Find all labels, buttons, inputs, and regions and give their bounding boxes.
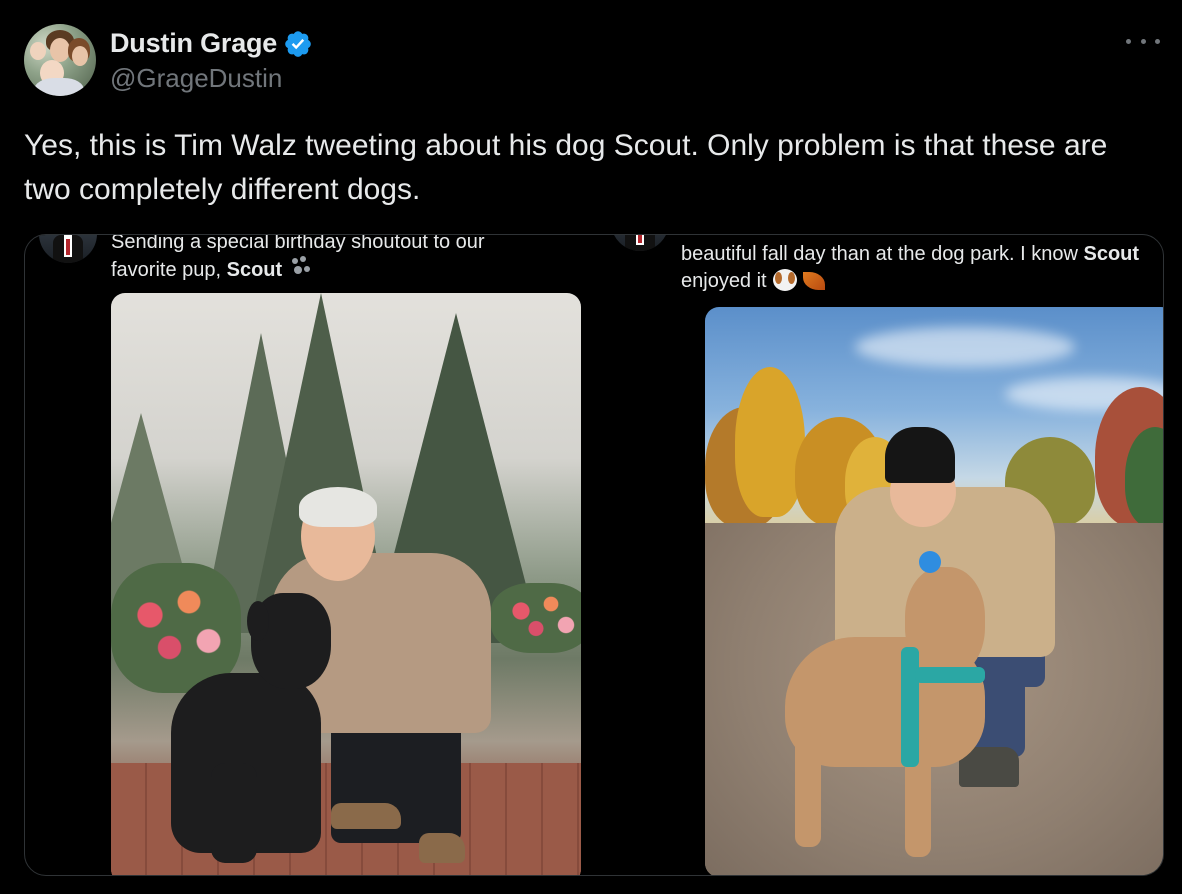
more-options-icon[interactable] [1126, 34, 1160, 48]
caption-right-pre: beautiful fall day than at the dog park.… [681, 243, 1084, 265]
tweet-header: Dustin Grage @GrageDustin [24, 24, 313, 96]
author-names: Dustin Grage @GrageDustin [110, 28, 313, 94]
paw-prints-icon [290, 256, 314, 278]
dog-face-icon [772, 269, 797, 291]
quoted-text-right: beautiful fall day than at the dog park.… [681, 241, 1151, 295]
photo-right [705, 307, 1163, 875]
quoted-avatar-left [39, 235, 97, 263]
quoted-avatar-right [611, 235, 669, 251]
photo-left [111, 293, 581, 875]
handle[interactable]: @GrageDustin [110, 63, 313, 94]
quoted-text-left: Sending a special birthday shoutout to o… [111, 235, 551, 284]
caption-left-bold: Scout [226, 259, 283, 281]
tweet: Dustin Grage @GrageDustin Yes, this is T… [0, 0, 1182, 894]
media-image[interactable]: Sending a special birthday shoutout to o… [24, 234, 1164, 876]
media-panel-left: Sending a special birthday shoutout to o… [25, 235, 603, 875]
avatar[interactable] [24, 24, 96, 96]
fallen-leaf-icon [802, 272, 825, 290]
verified-badge-icon[interactable] [283, 29, 313, 59]
caption-right-post: enjoyed it [681, 270, 767, 292]
caption-right-bold: Scout [1083, 243, 1140, 265]
media-panel-right: beautiful fall day than at the dog park.… [605, 235, 1163, 875]
display-name[interactable]: Dustin Grage [110, 28, 277, 59]
display-name-row: Dustin Grage [110, 28, 313, 59]
tweet-text: Yes, this is Tim Walz tweeting about his… [24, 129, 1108, 206]
